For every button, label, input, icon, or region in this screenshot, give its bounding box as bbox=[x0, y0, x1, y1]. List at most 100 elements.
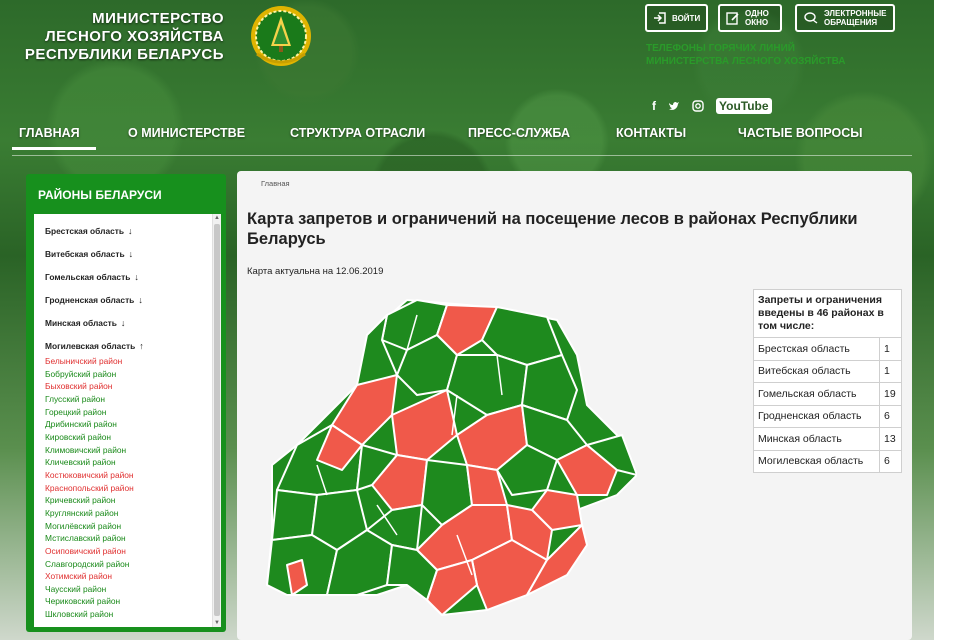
table-row: Гродненская область 6 bbox=[753, 404, 902, 428]
count-cell: 6 bbox=[879, 449, 902, 473]
district-link[interactable]: Мстиславский район bbox=[45, 532, 134, 545]
hotlines-link[interactable]: ТЕЛЕФОНЫ ГОРЯЧИХ ЛИНИЙ МИНИСТЕРСТВА ЛЕСН… bbox=[646, 42, 906, 68]
district-link[interactable]: Белыничский район bbox=[45, 355, 134, 368]
table-row: Минская область 13 bbox=[753, 427, 902, 451]
district-link[interactable]: Горецкий район bbox=[45, 406, 134, 419]
appeals-line-2: ОБРАЩЕНИЯ bbox=[824, 18, 878, 27]
scroll-up-icon[interactable]: ▲ bbox=[214, 215, 220, 221]
district-link[interactable]: Кировский район bbox=[45, 431, 134, 444]
one-window-button[interactable]: ОДНО ОКНО bbox=[718, 4, 782, 32]
map-district[interactable] bbox=[271, 489, 318, 541]
map-date: Карта актуальна на 12.06.2019 bbox=[247, 266, 384, 277]
nav-active-indicator bbox=[12, 147, 96, 150]
region-gomel[interactable]: Гомельская область ↓ bbox=[45, 272, 139, 282]
region-cell: Минская область bbox=[753, 427, 880, 451]
one-window-line-2: ОКНО bbox=[745, 18, 769, 27]
ministry-line-2: ЛЕСНОГО ХОЗЯЙСТВА bbox=[45, 28, 224, 45]
district-link[interactable]: Кричевский район bbox=[45, 494, 134, 507]
district-link[interactable]: Славгородский район bbox=[45, 558, 134, 571]
table-header: Запреты и ограничения введены в 46 район… bbox=[753, 289, 902, 338]
district-link[interactable]: Чериковский район bbox=[45, 595, 134, 608]
scrollbar-thumb[interactable] bbox=[214, 224, 220, 616]
district-link[interactable]: Шкловский район bbox=[45, 608, 134, 621]
login-label: ВОЙТИ bbox=[672, 13, 701, 23]
district-link[interactable]: Хотимский район bbox=[45, 570, 134, 583]
count-cell: 1 bbox=[879, 337, 902, 361]
count-cell: 13 bbox=[879, 427, 902, 451]
region-grodno[interactable]: Гродненская область ↓ bbox=[45, 295, 143, 305]
district-link[interactable]: Могилёвский район bbox=[45, 520, 134, 533]
region-vitebsk[interactable]: Витебская область ↓ bbox=[45, 249, 133, 259]
nav-about-ministry[interactable]: О МИНИСТЕРСТВЕ bbox=[128, 126, 245, 140]
district-list: Белыничский район Бобруйский район Быховск… bbox=[45, 355, 134, 621]
district-link[interactable]: Климовичский район bbox=[45, 444, 134, 457]
ministry-emblem-icon[interactable] bbox=[245, 2, 317, 72]
district-link[interactable]: Краснопольский район bbox=[45, 482, 134, 495]
district-link[interactable]: Чаусский район bbox=[45, 583, 134, 596]
nav-faq[interactable]: ЧАСТЫЕ ВОПРОСЫ bbox=[738, 126, 862, 140]
one-window-label: ОДНО ОКНО bbox=[745, 9, 769, 27]
page-title: Карта запретов и ограничений на посещени… bbox=[247, 210, 858, 248]
nav-contacts[interactable]: КОНТАКТЫ bbox=[616, 126, 686, 140]
region-label: Гродненская область bbox=[45, 295, 135, 305]
district-link[interactable]: Дрибинский район bbox=[45, 418, 134, 431]
region-cell: Могилевская область bbox=[753, 449, 880, 473]
region-label: Витебская область bbox=[45, 249, 125, 259]
table-row: Витебская область 1 bbox=[753, 359, 902, 383]
login-button[interactable]: ВОЙТИ bbox=[645, 4, 708, 32]
breadcrumb[interactable]: Главная bbox=[261, 179, 290, 188]
region-brest[interactable]: Брестская область ↓ bbox=[45, 226, 133, 236]
region-label: Могилевская область bbox=[45, 341, 136, 351]
hotlines-line-1: ТЕЛЕФОНЫ ГОРЯЧИХ ЛИНИЙ bbox=[646, 43, 795, 54]
ministry-line-3: РЕСПУБЛИКИ БЕЛАРУСЬ bbox=[24, 46, 224, 63]
district-link[interactable]: Быховский район bbox=[45, 380, 134, 393]
sidebar: РАЙОНЫ БЕЛАРУСИ Брестская область ↓ Витеб… bbox=[26, 174, 226, 632]
instagram-icon[interactable] bbox=[692, 100, 704, 112]
electronic-appeals-button[interactable]: ЭЛЕКТРОННЫЕ ОБРАЩЕНИЯ bbox=[795, 4, 895, 32]
nav-industry-structure[interactable]: СТРУКТУРА ОТРАСЛИ bbox=[290, 126, 425, 140]
expand-arrow-icon: ↓ bbox=[134, 272, 139, 282]
district-link[interactable]: Кличевский район bbox=[45, 456, 134, 469]
ministry-logo-text[interactable]: МИНИСТЕРСТВО ЛЕСНОГО ХОЗЯЙСТВА РЕСПУБЛИК… bbox=[18, 10, 224, 64]
hotlines-line-2: МИНИСТЕРСТВА ЛЕСНОГО ХОЗЯЙСТВА bbox=[646, 56, 846, 67]
social-links: f YouTube bbox=[652, 98, 772, 114]
district-link[interactable]: Глусский район bbox=[45, 393, 134, 406]
expand-arrow-icon: ↓ bbox=[138, 295, 143, 305]
collapse-arrow-icon: ↑ bbox=[139, 341, 144, 351]
table-row: Брестская область 1 bbox=[753, 337, 902, 361]
nav-home[interactable]: ГЛАВНАЯ bbox=[19, 126, 80, 140]
table-row: Гомельская область 19 bbox=[753, 382, 902, 406]
youtube-icon[interactable]: YouTube bbox=[716, 98, 772, 114]
main-content: Главная Карта запретов и ограничений на … bbox=[237, 171, 912, 640]
expand-arrow-icon: ↓ bbox=[120, 318, 126, 328]
ministry-line-1: МИНИСТЕРСТВО bbox=[92, 10, 224, 27]
expand-arrow-icon: ↓ bbox=[128, 249, 134, 259]
region-label: Минская область bbox=[45, 318, 117, 328]
district-link[interactable]: Костюковичский район bbox=[45, 469, 134, 482]
district-link[interactable]: Осиповичский район bbox=[45, 545, 134, 558]
expand-arrow-icon: ↓ bbox=[128, 226, 133, 236]
table-header-row: Запреты и ограничения введены в 46 район… bbox=[753, 289, 902, 338]
region-cell: Гродненская область bbox=[753, 404, 880, 428]
belarus-restrictions-map[interactable] bbox=[257, 295, 637, 640]
region-minsk[interactable]: Минская область ↓ bbox=[45, 318, 125, 328]
sidebar-scrollbar[interactable]: ▲ ▼ bbox=[212, 214, 221, 627]
region-label: Брестская область bbox=[45, 226, 125, 236]
region-mogilev[interactable]: Могилевская область ↑ bbox=[45, 341, 144, 351]
twitter-icon[interactable] bbox=[668, 101, 680, 112]
nav-press-service[interactable]: ПРЕСС-СЛУЖБА bbox=[468, 126, 570, 140]
region-cell: Гомельская область bbox=[753, 382, 880, 406]
scroll-down-icon[interactable]: ▼ bbox=[214, 620, 220, 626]
sidebar-list[interactable]: Брестская область ↓ Витебская область ↓ Го… bbox=[34, 214, 221, 627]
sidebar-title: РАЙОНЫ БЕЛАРУСИ bbox=[38, 188, 162, 202]
edit-icon bbox=[726, 12, 739, 25]
region-cell: Брестская область bbox=[753, 337, 880, 361]
login-icon bbox=[654, 12, 666, 24]
chat-icon bbox=[804, 12, 818, 24]
appeals-label: ЭЛЕКТРОННЫЕ ОБРАЩЕНИЯ bbox=[824, 9, 886, 27]
restrictions-table: Запреты и ограничения введены в 46 район… bbox=[753, 289, 902, 473]
district-link[interactable]: Бобруйский район bbox=[45, 368, 134, 381]
facebook-icon[interactable]: f bbox=[652, 99, 656, 113]
one-window-line-1: ОДНО bbox=[745, 9, 769, 18]
district-link[interactable]: Круглянский район bbox=[45, 507, 134, 520]
